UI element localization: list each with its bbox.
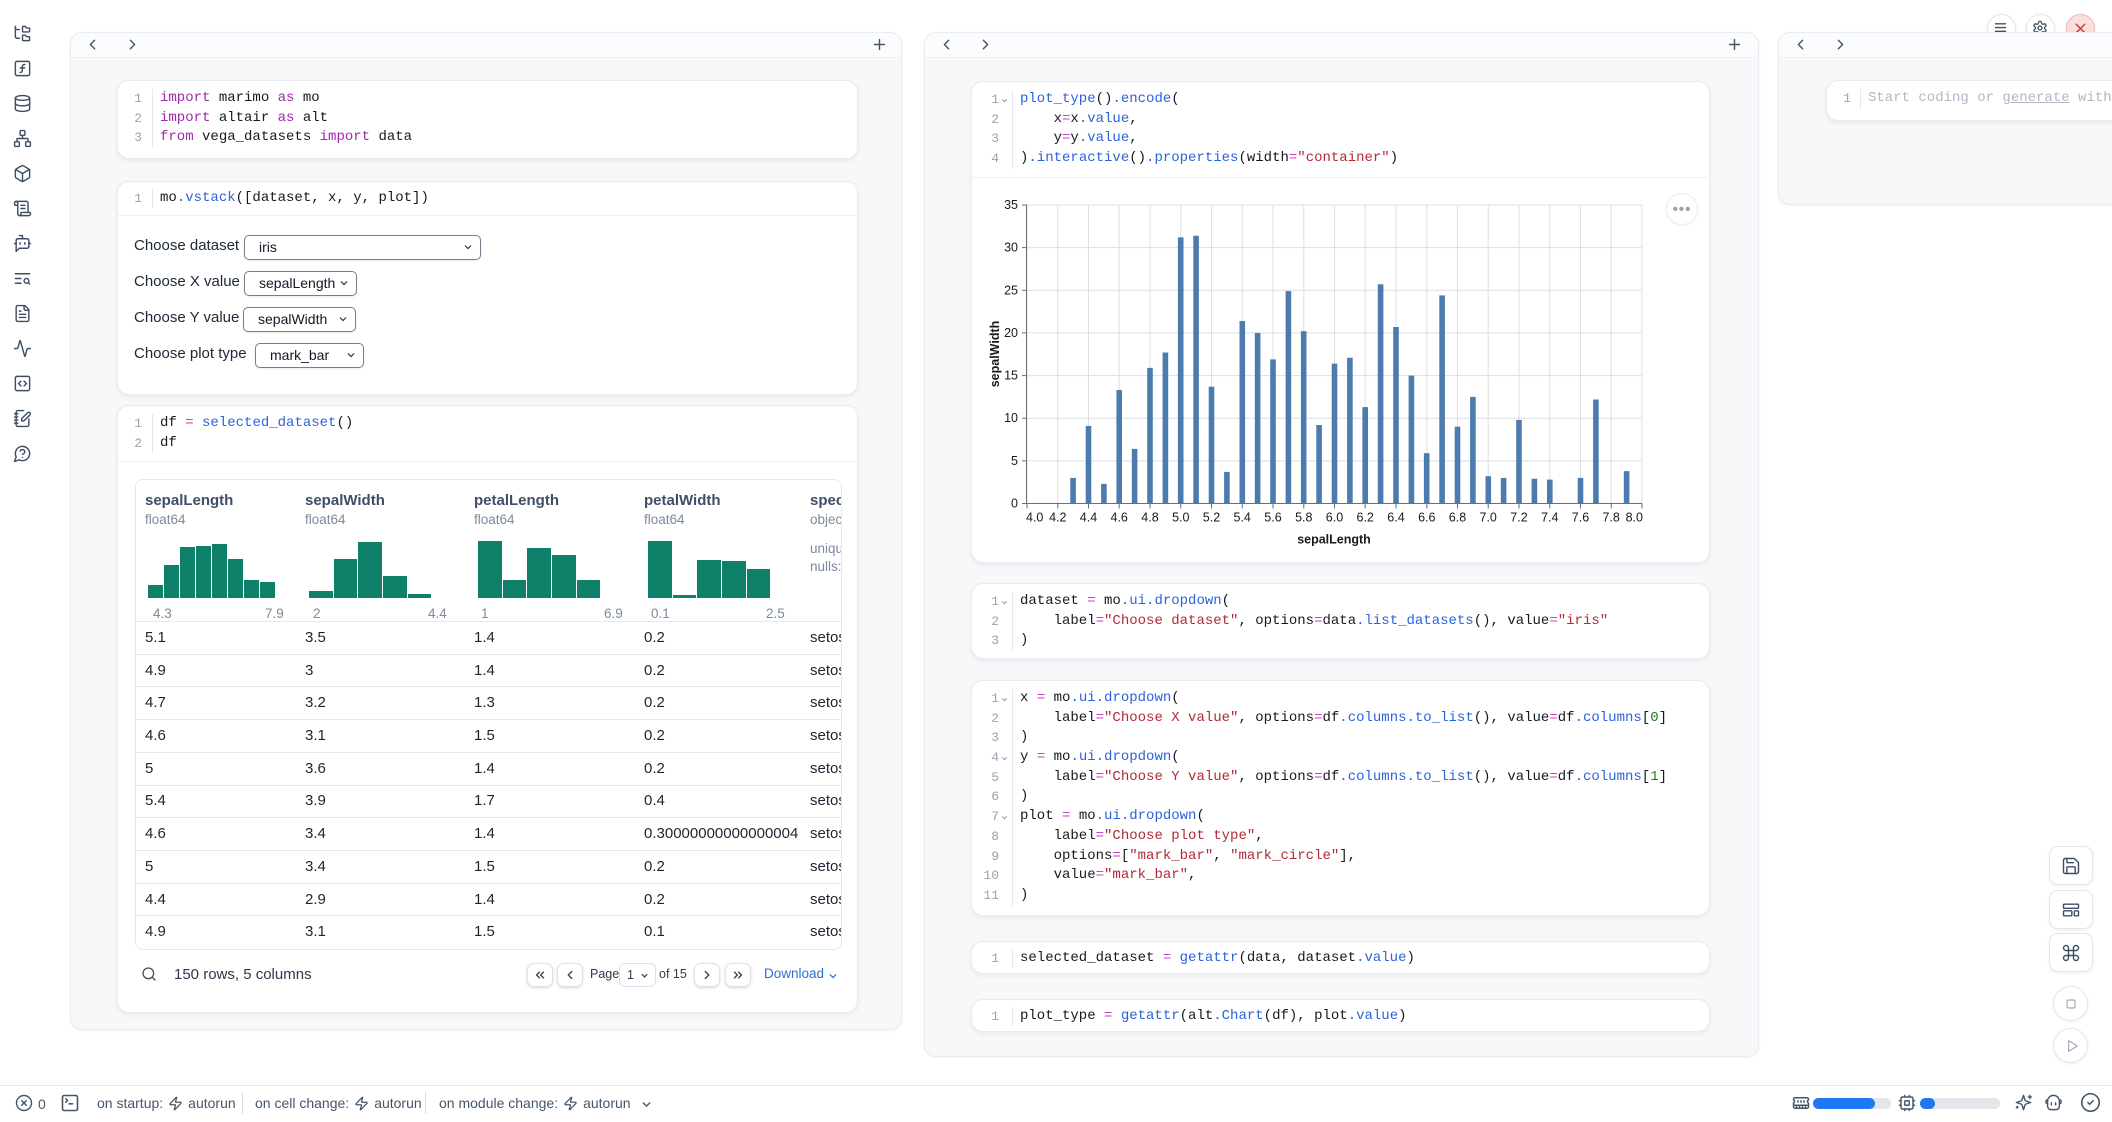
svg-text:25: 25	[1004, 283, 1018, 297]
svg-text:5.4: 5.4	[1234, 511, 1251, 525]
svg-text:7.8: 7.8	[1603, 511, 1620, 525]
svg-text:5: 5	[1011, 454, 1018, 468]
svg-text:6.0: 6.0	[1326, 511, 1343, 525]
svg-text:6.4: 6.4	[1387, 511, 1404, 525]
svg-text:35: 35	[1004, 198, 1018, 212]
svg-text:7.2: 7.2	[1510, 511, 1527, 525]
svg-text:5.0: 5.0	[1172, 511, 1189, 525]
svg-text:7.0: 7.0	[1480, 511, 1497, 525]
svg-text:6.6: 6.6	[1418, 511, 1435, 525]
svg-text:5.6: 5.6	[1264, 511, 1281, 525]
svg-text:20: 20	[1004, 326, 1018, 340]
svg-text:7.6: 7.6	[1572, 511, 1589, 525]
svg-text:4.2: 4.2	[1049, 511, 1066, 525]
svg-text:sepalLength: sepalLength	[1297, 533, 1371, 547]
svg-text:4.6: 4.6	[1111, 511, 1128, 525]
svg-text:4.8: 4.8	[1141, 511, 1158, 525]
svg-text:30: 30	[1004, 241, 1018, 255]
svg-text:10: 10	[1004, 411, 1018, 425]
svg-text:4.0: 4.0	[1026, 511, 1043, 525]
svg-text:5.2: 5.2	[1203, 511, 1220, 525]
svg-text:6.8: 6.8	[1449, 511, 1466, 525]
svg-text:5.8: 5.8	[1295, 511, 1312, 525]
svg-text:4.4: 4.4	[1080, 511, 1097, 525]
svg-text:0: 0	[1011, 497, 1018, 511]
svg-text:6.2: 6.2	[1357, 511, 1374, 525]
svg-text:15: 15	[1004, 369, 1018, 383]
svg-text:8.0: 8.0	[1626, 511, 1643, 525]
svg-text:7.4: 7.4	[1541, 511, 1558, 525]
svg-text:sepalWidth: sepalWidth	[988, 321, 1002, 388]
